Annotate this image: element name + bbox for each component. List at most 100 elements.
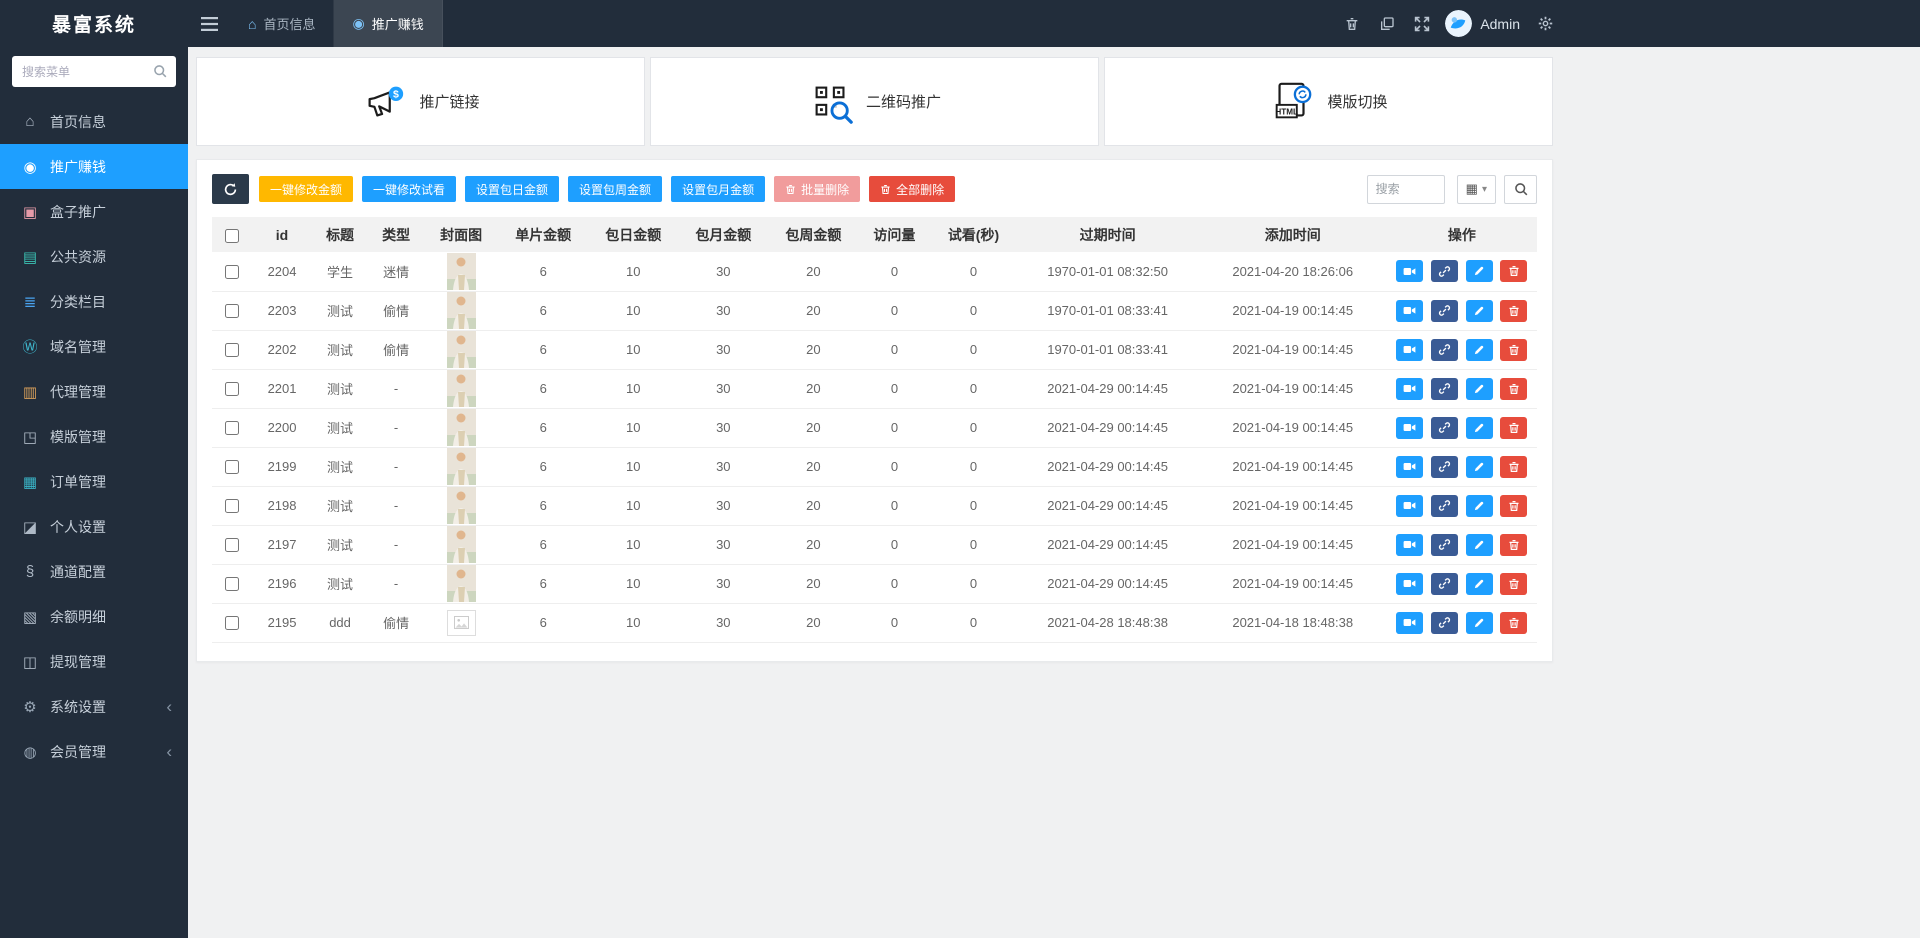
cover-image[interactable] [447,253,476,290]
preview-video-button[interactable] [1396,300,1423,322]
qrcode-promo-card[interactable]: 二维码推广 [650,57,1099,146]
row-checkbox[interactable] [225,616,239,630]
template-switch-card[interactable]: HTML 模版切换 [1104,57,1553,146]
delete-button[interactable] [1500,612,1527,634]
modify-amount-button[interactable]: 一键修改金额 [259,176,353,202]
row-checkbox[interactable] [225,538,239,552]
cover-image[interactable] [447,409,476,446]
sidebar-item-home-info[interactable]: ⌂ 首页信息 [0,99,188,144]
batch-delete-button[interactable]: 批量删除 [774,176,860,202]
delete-button[interactable] [1500,534,1527,556]
fullscreen-button[interactable] [1404,0,1439,47]
sidebar-item-channel-config[interactable]: § 通道配置 [0,549,188,594]
sidebar-item-promotion-earn[interactable]: ◉ 推广赚钱 [0,144,188,189]
copy-link-button[interactable] [1431,339,1458,361]
cover-image[interactable] [447,370,476,407]
row-checkbox[interactable] [225,499,239,513]
sidebar-item-categories[interactable]: ≣ 分类栏目 [0,279,188,324]
delete-button[interactable] [1500,260,1527,282]
select-all-checkbox[interactable] [225,229,239,243]
sidebar-item-order-management[interactable]: ▦ 订单管理 [0,459,188,504]
row-checkbox[interactable] [225,382,239,396]
cover-image[interactable] [447,487,476,524]
edit-button[interactable] [1466,378,1493,400]
columns-toggle-button[interactable]: ▦▾ [1457,175,1496,204]
promo-link-card[interactable]: $ 推广链接 [196,57,645,146]
delete-all-button[interactable]: 全部删除 [869,176,955,202]
set-daily-amount-button[interactable]: 设置包日金额 [465,176,559,202]
copy-link-button[interactable] [1431,260,1458,282]
delete-button[interactable] [1500,495,1527,517]
cover-image[interactable] [447,526,476,563]
sidebar-item-box-promotion[interactable]: ▣ 盒子推广 [0,189,188,234]
cover-image[interactable] [447,292,476,329]
sidebar-item-system-settings[interactable]: ⚙ 系统设置 ‹ [0,684,188,729]
refresh-button[interactable] [212,174,249,204]
preview-video-button[interactable] [1396,417,1423,439]
edit-button[interactable] [1466,573,1493,595]
table-search-input[interactable] [1367,175,1445,204]
edit-button[interactable] [1466,339,1493,361]
preview-video-button[interactable] [1396,495,1423,517]
settings-gear-button[interactable] [1528,0,1563,47]
tab-promotion-earn[interactable]: ◉ 推广赚钱 [334,0,442,47]
preview-video-button[interactable] [1396,534,1423,556]
edit-button[interactable] [1466,534,1493,556]
copy-link-button[interactable] [1431,495,1458,517]
row-checkbox[interactable] [225,421,239,435]
edit-button[interactable] [1466,495,1493,517]
delete-button[interactable] [1500,456,1527,478]
sidebar-item-balance-details[interactable]: ▧ 余额明细 [0,594,188,639]
sidebar-item-public-resources[interactable]: ▤ 公共资源 [0,234,188,279]
cover-image[interactable] [447,331,476,368]
set-monthly-amount-button[interactable]: 设置包月金额 [671,176,765,202]
copy-link-button[interactable] [1431,300,1458,322]
clear-cache-button[interactable] [1369,0,1404,47]
sidebar-item-template-management[interactable]: ◳ 模版管理 [0,414,188,459]
edit-button[interactable] [1466,417,1493,439]
delete-button[interactable] [1500,300,1527,322]
delete-button[interactable] [1500,417,1527,439]
clear-recycle-button[interactable] [1334,0,1369,47]
sidebar-item-member-management[interactable]: ◍ 会员管理 ‹ [0,729,188,774]
preview-video-button[interactable] [1396,378,1423,400]
table-search-button[interactable] [1504,175,1537,204]
sidebar-item-withdraw-management[interactable]: ◫ 提现管理 [0,639,188,684]
delete-button[interactable] [1500,339,1527,361]
preview-video-button[interactable] [1396,260,1423,282]
row-checkbox[interactable] [225,304,239,318]
modify-preview-button[interactable]: 一键修改试看 [362,176,456,202]
row-checkbox[interactable] [225,265,239,279]
edit-button[interactable] [1466,260,1493,282]
preview-video-button[interactable] [1396,456,1423,478]
cover-image[interactable] [447,448,476,485]
set-weekly-amount-button[interactable]: 设置包周金额 [568,176,662,202]
preview-video-button[interactable] [1396,339,1423,361]
copy-link-button[interactable] [1431,456,1458,478]
copy-link-button[interactable] [1431,573,1458,595]
edit-button[interactable] [1466,612,1493,634]
copy-link-button[interactable] [1431,378,1458,400]
cover-image[interactable] [447,565,476,602]
sidebar-item-agent-management[interactable]: ▥ 代理管理 [0,369,188,414]
avatar[interactable] [1445,10,1472,37]
tab-home-info[interactable]: ⌂ 首页信息 [230,0,334,47]
sidebar-item-profile-settings[interactable]: ◪ 个人设置 [0,504,188,549]
preview-video-button[interactable] [1396,612,1423,634]
menu-toggle-button[interactable] [188,0,230,47]
username[interactable]: Admin [1480,16,1520,32]
menu-search-input[interactable] [12,56,176,87]
edit-button[interactable] [1466,300,1493,322]
delete-button[interactable] [1500,573,1527,595]
copy-link-button[interactable] [1431,612,1458,634]
row-checkbox[interactable] [225,577,239,591]
edit-button[interactable] [1466,456,1493,478]
copy-link-button[interactable] [1431,417,1458,439]
delete-button[interactable] [1500,378,1527,400]
row-checkbox[interactable] [225,460,239,474]
preview-video-button[interactable] [1396,573,1423,595]
sidebar-item-domain-management[interactable]: Ⓦ 域名管理 [0,324,188,369]
copy-link-button[interactable] [1431,534,1458,556]
row-checkbox[interactable] [225,343,239,357]
broken-cover-image[interactable] [447,610,476,636]
